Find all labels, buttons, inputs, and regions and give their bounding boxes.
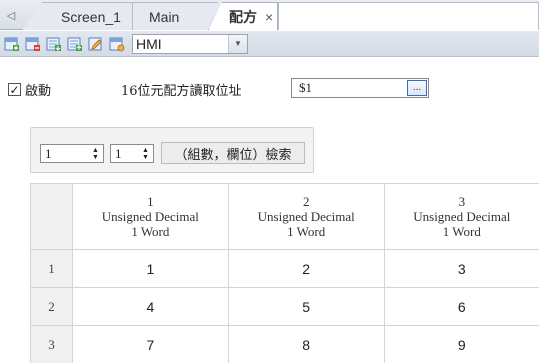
enable-row: ✓ 啟動 [8, 80, 51, 99]
recipe-toolbar: HMI ▼ [0, 31, 539, 57]
search-group: 1 ▲ ▼ 1 ▲ ▼ （組數，欄位）檢索 [30, 127, 314, 173]
tab-main[interactable]: Main [132, 2, 218, 30]
tab-scroll-left-icon[interactable]: ◁ [0, 0, 22, 30]
column-size: 1 Word [131, 224, 170, 239]
spin-arrows-icon[interactable]: ▲ ▼ [90, 146, 101, 161]
table-cell[interactable]: 5 [227, 287, 385, 326]
column-type: Unsigned Decimal [101, 209, 199, 224]
import-icon[interactable] [44, 34, 64, 54]
read-address-value: $1 [299, 80, 312, 95]
read-address-label: 16位元配方讀取位址 [121, 84, 242, 99]
table-row: 3 7 8 9 [30, 325, 539, 363]
group-number-stepper[interactable]: 1 ▲ ▼ [40, 144, 104, 163]
table-row: 1 1 2 3 [30, 249, 539, 288]
field-number-value: 1 [115, 145, 122, 161]
column-header[interactable]: 2 Unsigned Decimal 1 Word [227, 183, 385, 250]
table-row: 2 4 5 6 [30, 287, 539, 326]
column-index: 3 [458, 194, 466, 209]
column-header[interactable]: 3 Unsigned Decimal 1 Word [383, 183, 539, 250]
tab-strip: ◁ Screen_1 Main 配方 × [0, 0, 539, 31]
row-header[interactable]: 3 [30, 325, 73, 363]
table-cell[interactable]: 2 [227, 249, 385, 288]
column-index: 1 [147, 194, 154, 209]
row-header[interactable]: 1 [30, 249, 73, 288]
settings-icon[interactable] [107, 34, 127, 54]
export-icon[interactable] [65, 34, 85, 54]
table-cell[interactable]: 8 [227, 325, 385, 363]
column-header[interactable]: 1 Unsigned Decimal 1 Word [71, 183, 229, 250]
table-cell[interactable]: 4 [71, 287, 229, 326]
target-select[interactable]: HMI ▼ [132, 33, 248, 54]
edit-icon[interactable] [86, 34, 106, 54]
table-cell[interactable]: 6 [383, 287, 539, 326]
row-header[interactable]: 2 [30, 287, 73, 326]
recipe-table: 1 Unsigned Decimal 1 Word 2 Unsigned Dec… [30, 183, 539, 363]
table-header-row: 1 Unsigned Decimal 1 Word 2 Unsigned Dec… [30, 183, 539, 250]
close-icon[interactable]: × [265, 9, 273, 25]
spin-arrows-icon[interactable]: ▲ ▼ [140, 146, 151, 161]
target-select-value: HMI [136, 35, 162, 52]
tab-recipe[interactable]: 配方 × [208, 2, 278, 31]
column-type: Unsigned Decimal [257, 209, 355, 224]
search-button[interactable]: （組數，欄位）檢索 [161, 142, 305, 164]
add-row-icon[interactable] [2, 34, 22, 54]
tab-screen-1[interactable]: Screen_1 [22, 2, 140, 30]
address-browse-button[interactable]: ... [407, 80, 427, 96]
column-size: 1 Word [287, 224, 326, 239]
tab-label: Screen_1 [61, 8, 121, 25]
tab-strip-empty-area [278, 2, 539, 30]
table-cell[interactable]: 1 [71, 249, 229, 288]
tab-label: 配方 [229, 8, 257, 25]
table-cell[interactable]: 3 [383, 249, 539, 288]
tab-label: Main [149, 8, 180, 25]
column-type: Unsigned Decimal [413, 209, 511, 224]
field-number-stepper[interactable]: 1 ▲ ▼ [110, 144, 154, 163]
table-cell[interactable]: 9 [383, 325, 539, 363]
delete-row-icon[interactable] [23, 34, 43, 54]
enable-checkbox[interactable]: ✓ [8, 83, 21, 96]
group-number-value: 1 [45, 145, 52, 161]
chevron-down-icon[interactable]: ▼ [228, 34, 247, 53]
table-corner[interactable] [30, 183, 73, 250]
column-size: 1 Word [442, 224, 481, 239]
column-index: 2 [302, 194, 310, 209]
enable-label: 啟動 [25, 84, 52, 99]
table-cell[interactable]: 7 [71, 325, 229, 363]
